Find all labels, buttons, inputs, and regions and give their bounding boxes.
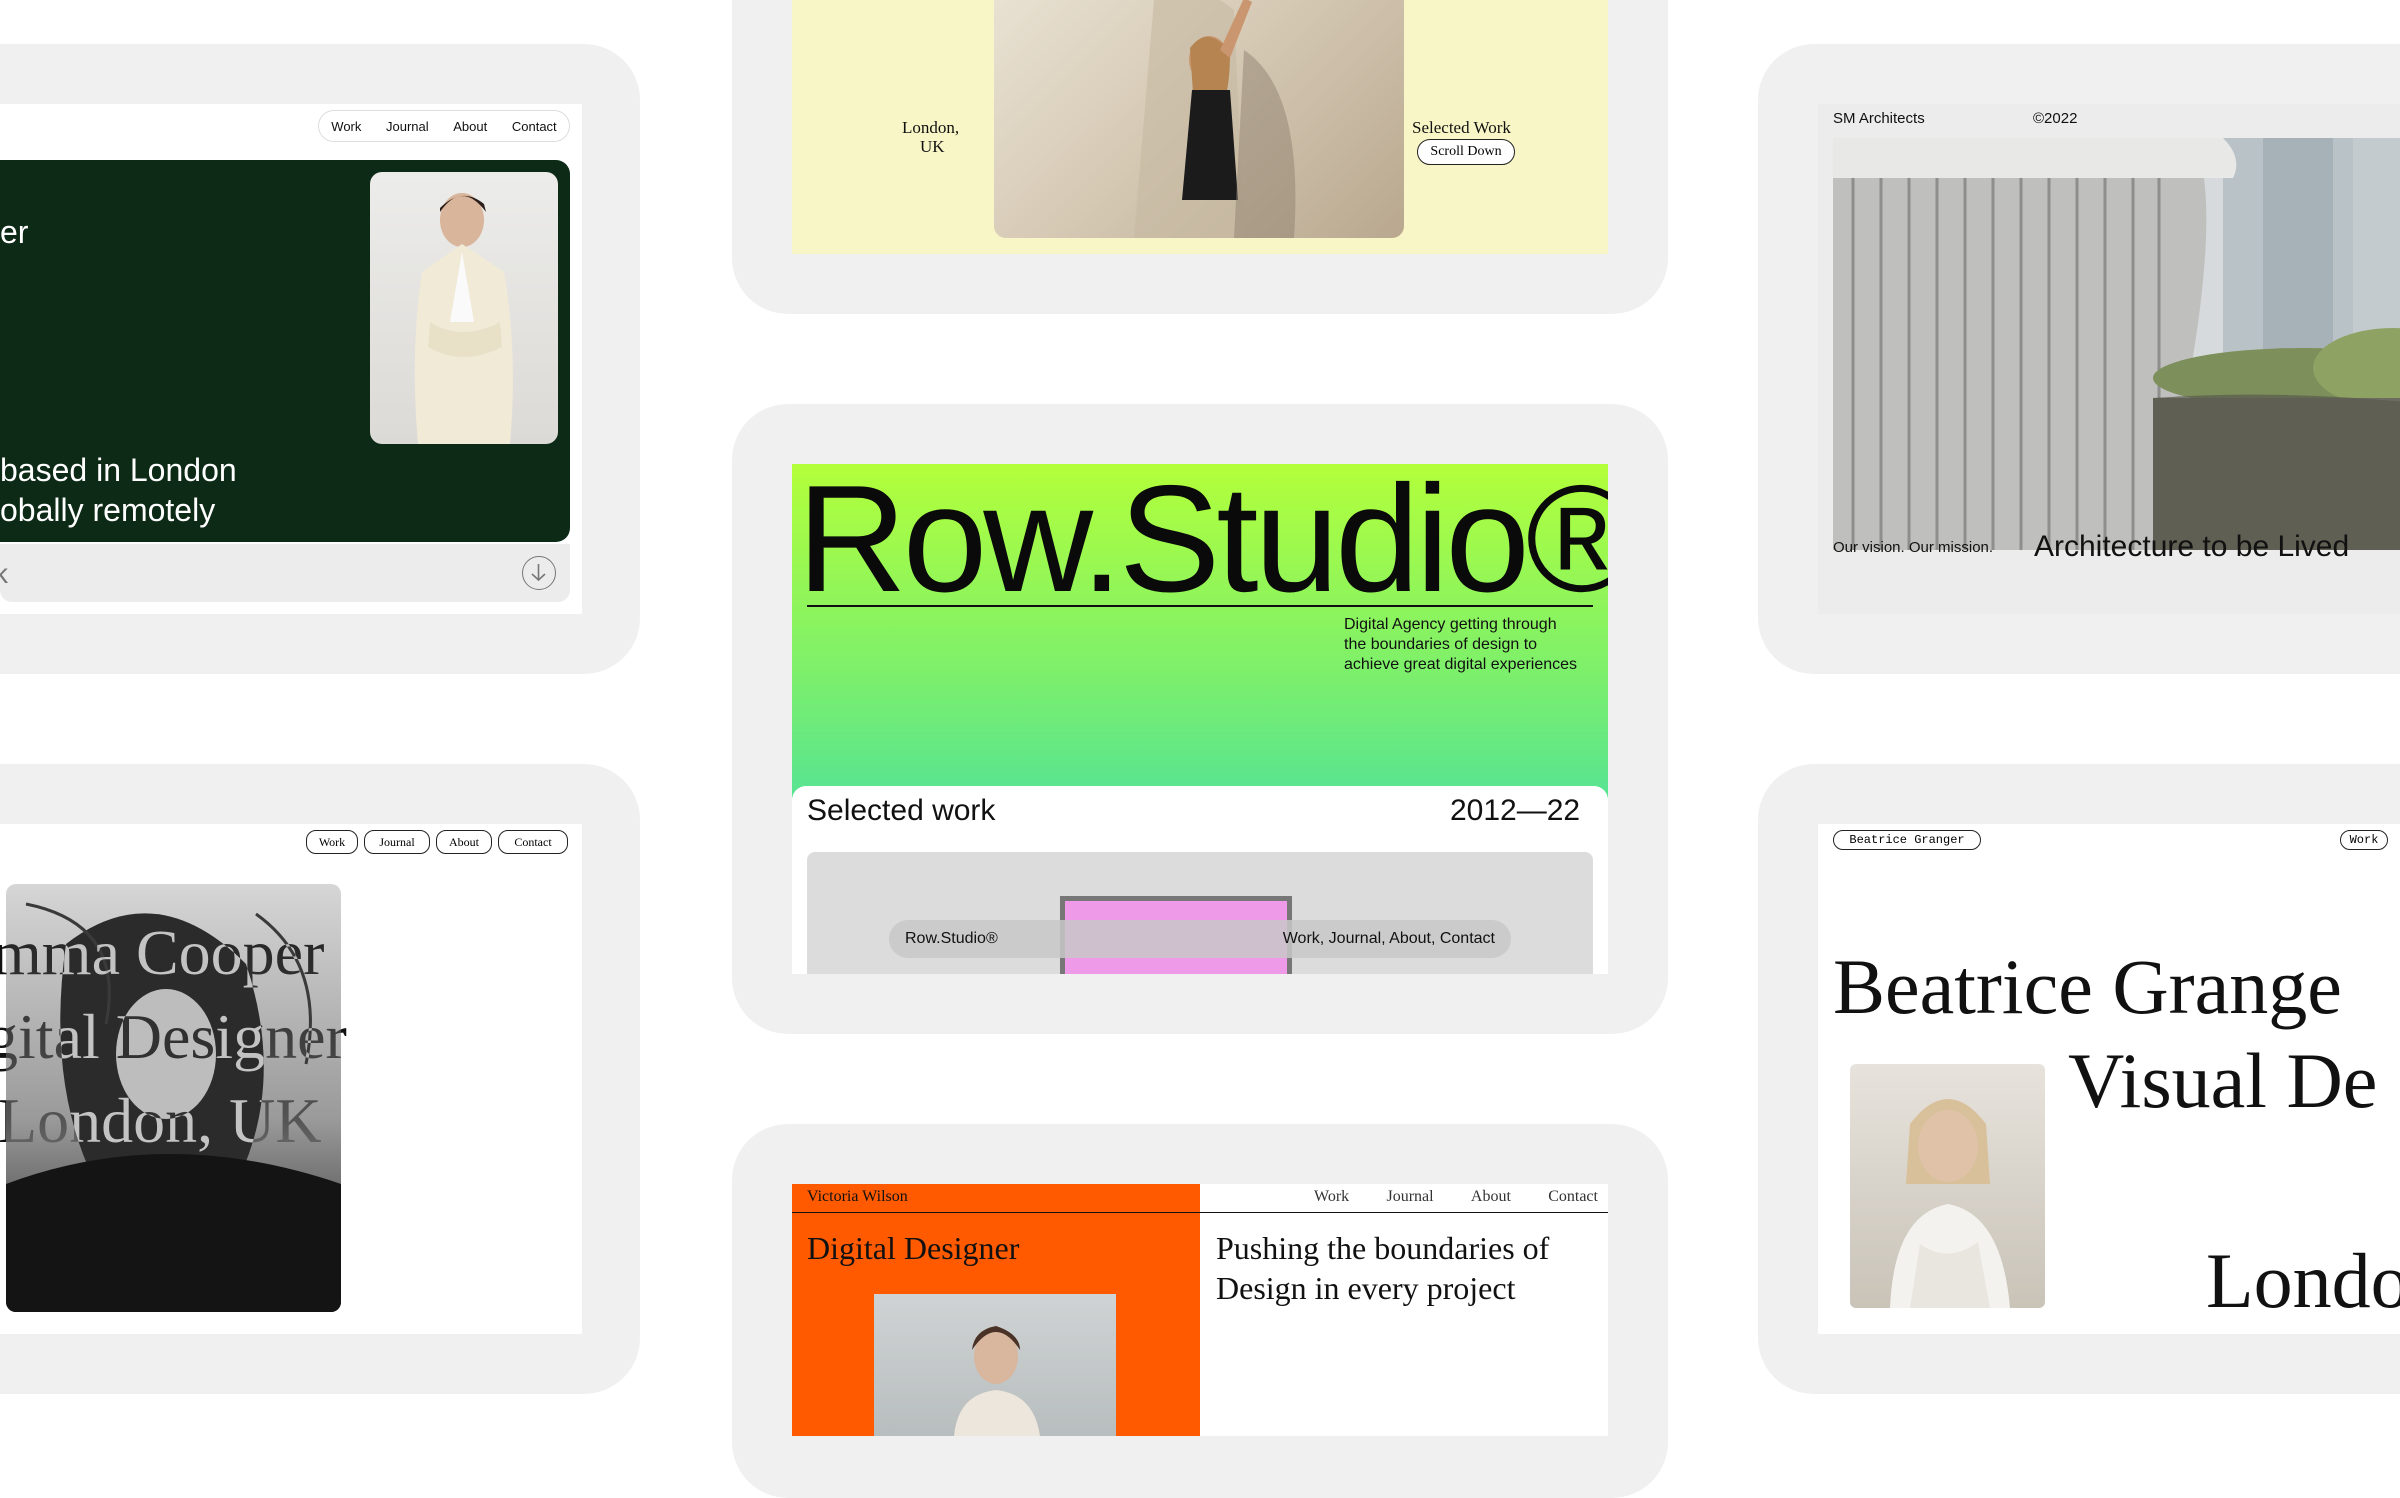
card-row-studio[interactable]: Row.Studio® Digital Agency getting throu… [732,404,1668,1034]
selected-work-label: Selected Work [1412,118,1511,137]
green-site-screen: Work Journal About Contact er based in L… [0,104,582,614]
row-description-line-1: Digital Agency getting through [1344,616,1557,633]
yellow-site-screen: London, UK Selected Work Scroll Down [792,0,1608,254]
scroll-down-arrow-icon[interactable] [522,556,556,590]
victoria-portrait-photo [874,1294,1116,1436]
arch-brand: SM Architects [1833,110,1925,127]
card-emma-cooper[interactable]: Work Journal About Contact mma Cooper gi… [0,764,640,1394]
card-architects[interactable]: SM Architects ©2022 Our vision. Our miss… [1758,44,2400,674]
emma-nav-about[interactable]: About [436,830,492,854]
arch-vision-text: Our vision. Our mission. [1833,539,1994,556]
emma-nav-journal[interactable]: Journal [364,830,430,854]
nav-contact-link[interactable]: Contact [512,119,557,134]
victoria-name-underline [792,1212,1200,1213]
green-footer-strip [0,544,570,602]
arch-year: ©2022 [2033,110,2078,127]
beatrice-portrait-photo [1850,1064,2045,1308]
emma-nav-work[interactable]: Work [306,830,358,854]
victoria-name: Victoria Wilson [807,1188,908,1205]
victoria-nav-contact[interactable]: Contact [1548,1188,1598,1206]
location-line-2: UK [920,137,945,156]
architecture-photo [1833,138,2400,550]
row-floating-nav: Row.Studio® Work, Journal, About, Contac… [889,920,1511,958]
row-nav-brand[interactable]: Row.Studio® [905,930,998,948]
beatrice-line-1: Beatrice Grange [1833,943,2342,1030]
hero-partial-text: er [0,214,29,250]
location-line-1: London, [902,118,960,137]
victoria-nav-work[interactable]: Work [1314,1188,1349,1206]
victoria-tagline-line-1: Pushing the boundaries of [1216,1230,1550,1266]
beatrice-work-pill[interactable]: Work [2340,830,2388,850]
nav-work-link[interactable]: Work [331,119,361,134]
portrait-photo [370,172,558,444]
dancer-photo [994,0,1404,238]
card-green-portfolio[interactable]: Work Journal About Contact er based in L… [0,44,640,674]
victoria-nav-underline [1200,1212,1608,1213]
victoria-tagline-line-2: Design in every project [1216,1270,1516,1306]
tagline-line-2: obally remotely [0,492,216,528]
beatrice-name-pill[interactable]: Beatrice Granger [1833,830,1981,850]
card-victoria-wilson[interactable]: Victoria Wilson Work Journal About Conta… [732,1124,1668,1498]
scroll-down-button[interactable]: Scroll Down [1417,139,1515,165]
row-description-line-3: achieve great digital experiences [1344,656,1578,673]
victoria-nav-journal[interactable]: Journal [1386,1188,1433,1206]
card-beatrice-granger[interactable]: Beatrice Granger Work Beatrice Grange Vi… [1758,764,2400,1394]
card-yellow-portfolio[interactable]: London, UK Selected Work Scroll Down [732,0,1668,314]
beatrice-site-screen: Beatrice Granger Work Beatrice Grange Vi… [1818,824,2400,1334]
nav-journal-link[interactable]: Journal [386,119,429,134]
selected-work-heading: Selected work [807,794,996,827]
row-nav-links[interactable]: Work, Journal, About, Contact [1283,930,1495,948]
arch-site-screen: SM Architects ©2022 Our vision. Our miss… [1818,104,2400,614]
beatrice-line-3: Londo [2206,1237,2400,1324]
emma-site-screen: Work Journal About Contact mma Cooper gi… [0,824,582,1334]
nav-about-link[interactable]: About [453,119,487,134]
emma-line-1: mma Cooper [0,917,325,988]
emma-line-3: London, UK [0,1085,322,1156]
victoria-nav: Work Journal About Contact [1314,1188,1598,1206]
tagline-line-1: based in London [0,452,237,488]
victoria-site-screen: Victoria Wilson Work Journal About Conta… [792,1184,1608,1436]
emma-nav-contact[interactable]: Contact [498,830,568,854]
arch-headline: Architecture to be Lived [2034,530,2350,563]
emma-nav: Work Journal About Contact [306,830,568,854]
row-description-line-2: the boundaries of design to [1344,636,1538,653]
beatrice-line-2: Visual De [2068,1037,2378,1124]
row-studio-title: Row.Studio® [797,464,1608,624]
victoria-nav-about[interactable]: About [1471,1188,1511,1206]
row-site-screen: Row.Studio® Digital Agency getting throu… [792,464,1608,974]
selected-work-years: 2012—22 [1450,794,1581,827]
footer-partial-text: k [0,558,8,589]
victoria-role: Digital Designer [807,1230,1020,1266]
emma-line-2: gital Designer [0,1001,347,1072]
green-nav: Work Journal About Contact [318,110,570,142]
title-divider [807,605,1593,607]
